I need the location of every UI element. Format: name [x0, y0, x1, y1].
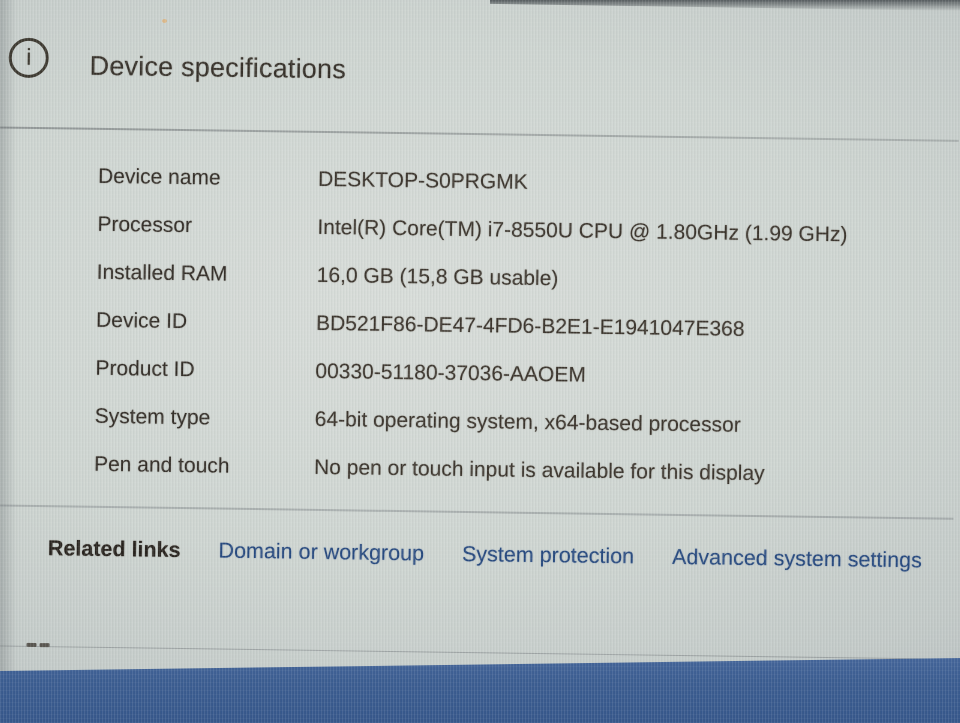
screen-artifact-dash [39, 643, 50, 648]
spec-value: DESKTOP-S0PRGMK [317, 167, 528, 194]
section-divider [0, 504, 954, 520]
related-link[interactable]: Domain or workgroup [218, 539, 424, 567]
spec-label: Product ID [95, 356, 195, 382]
spec-value: 16,0 GB (15,8 GB usable) [316, 263, 559, 291]
spec-value: Intel(R) Core(TM) i7-8550U CPU @ 1.80GHz… [317, 215, 848, 247]
device-specifications-section: i Device specifications Device name DESK… [0, 0, 960, 723]
related-links-row: Related links Domain or workgroup System … [48, 536, 953, 574]
spec-label: Processor [97, 212, 193, 238]
spec-value: 00330-51180-37036-AAOEM [315, 359, 587, 387]
info-icon-glyph: i [26, 43, 32, 70]
spec-label: System type [94, 404, 211, 430]
info-icon: i [8, 37, 50, 79]
related-links-group: Domain or workgroup System protection Adva… [218, 539, 922, 574]
spec-value: 64-bit operating system, x64-based proce… [314, 407, 741, 437]
spec-label: Installed RAM [96, 260, 228, 286]
header-divider [0, 126, 959, 142]
spec-value: No pen or touch input is available for t… [313, 455, 765, 486]
page-title: Device specifications [89, 50, 347, 85]
spec-label: Device ID [95, 308, 188, 334]
settings-page-photo: i Device specifications Device name DESK… [0, 0, 960, 723]
related-links-heading: Related links [47, 536, 181, 563]
spec-list: Device name DESKTOP-S0PRGMK Processor In… [94, 153, 959, 501]
related-link[interactable]: Advanced system settings [672, 545, 922, 573]
related-link[interactable]: System protection [462, 542, 634, 569]
spec-label: Pen and touch [93, 452, 230, 478]
spec-value: BD521F86-DE47-4FD6-B2E1-E1941047E368 [315, 311, 745, 341]
screen-artifact-dash [26, 642, 37, 648]
bottom-divider [0, 645, 952, 660]
spec-label: Device name [97, 164, 221, 190]
